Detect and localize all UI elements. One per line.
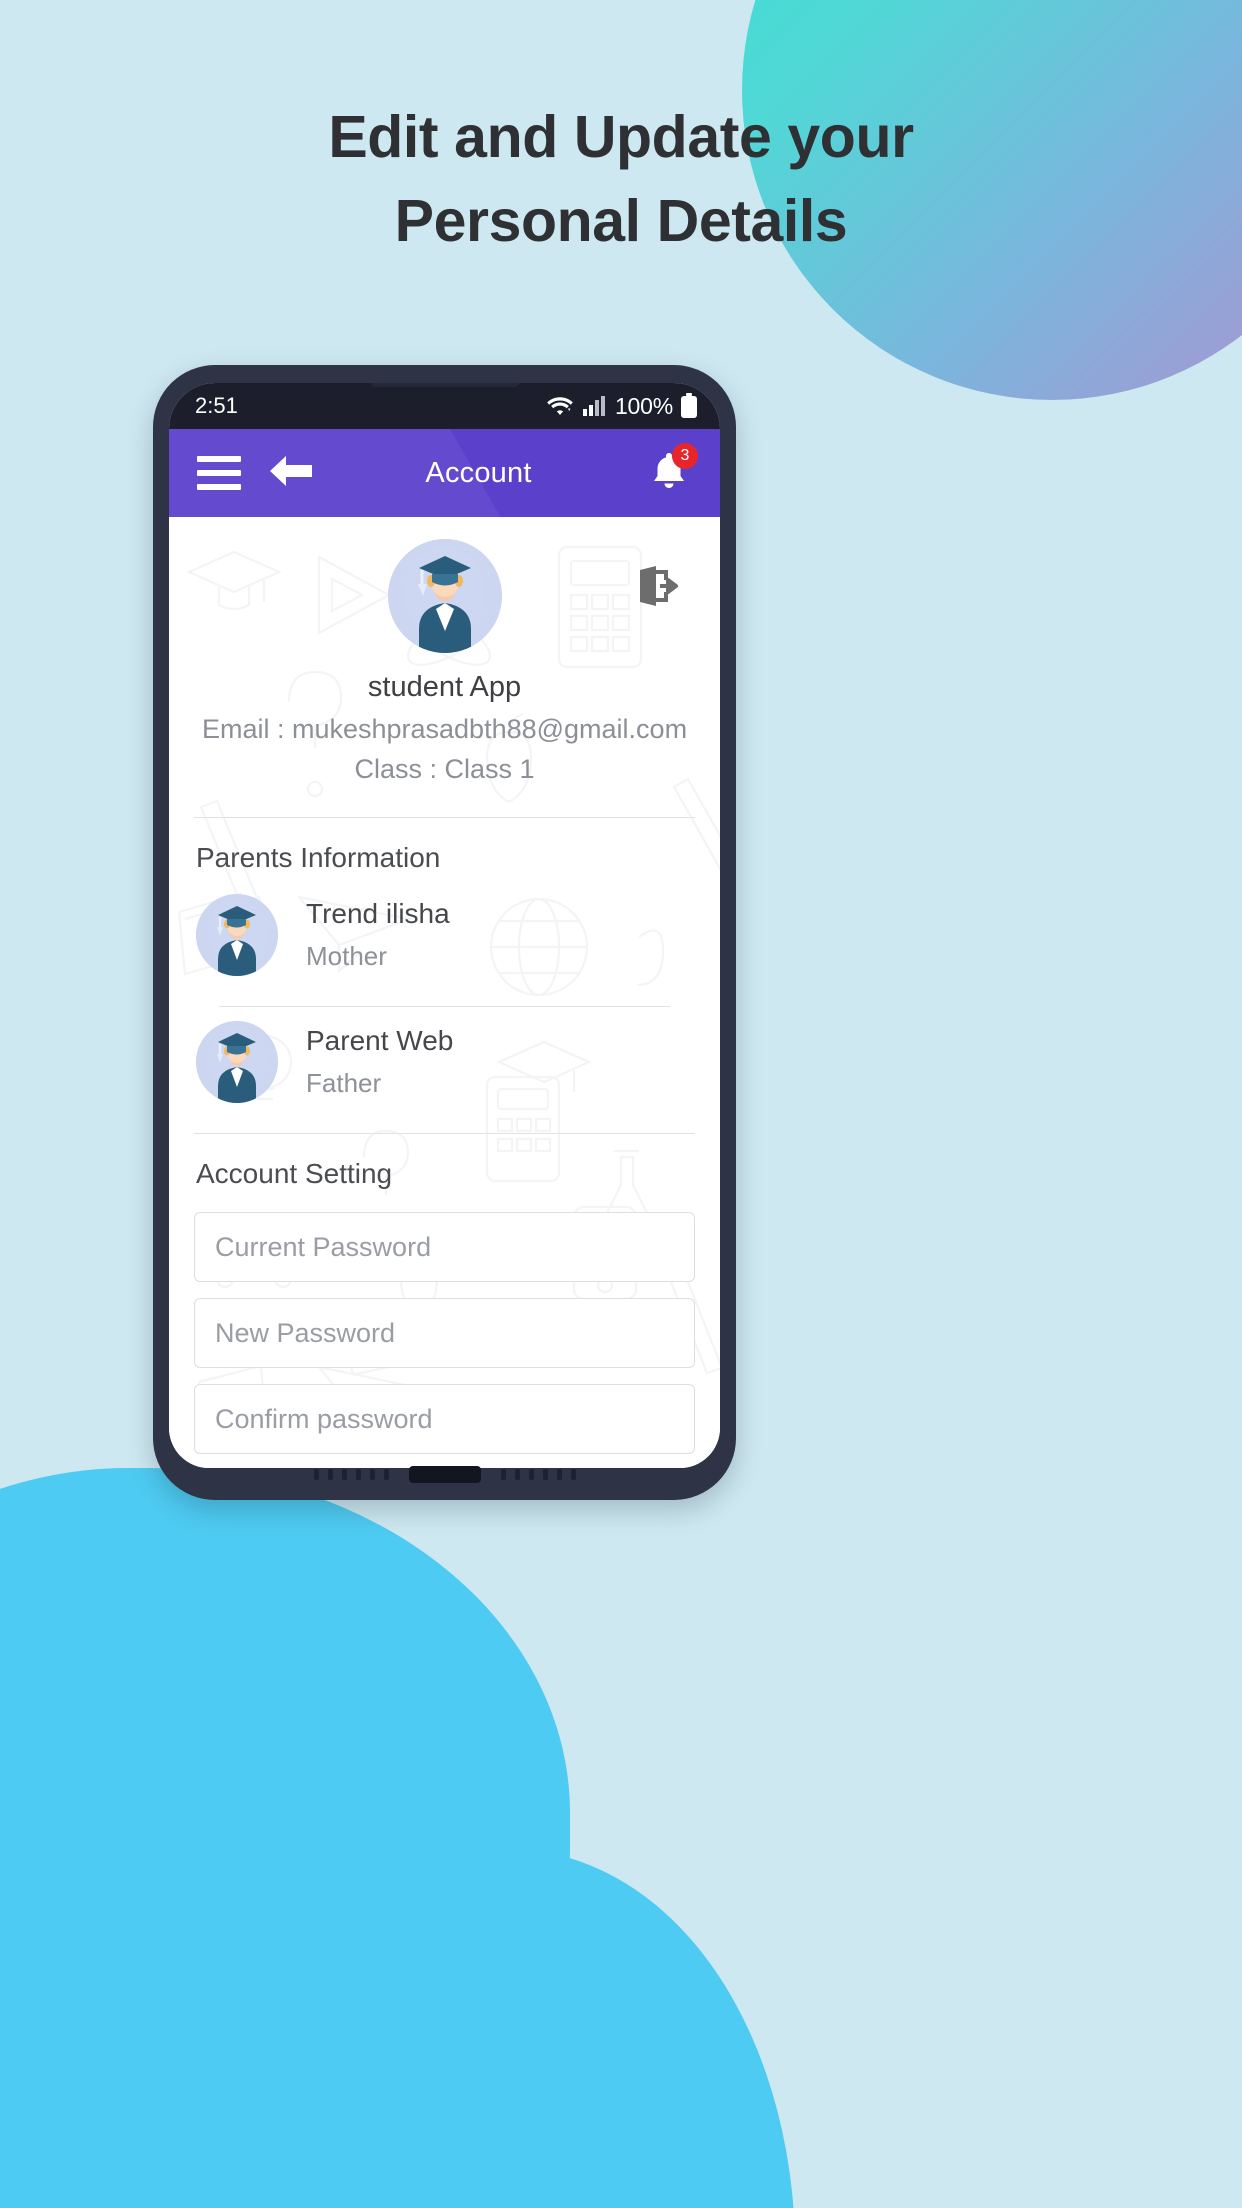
hamburger-menu-icon[interactable] [197,456,241,490]
avatar[interactable] [387,539,502,653]
status-bar-indicators: 100% [545,393,698,420]
confirm-password-input[interactable]: Confirm password [194,1384,695,1454]
profile-name: student App [367,671,522,703]
speaker-grille-left [313,1468,389,1480]
status-bar-time: 2:51 [195,393,238,418]
account-screen-content: student App Email : mukeshprasadbth88@gm… [169,517,720,1468]
list-item-text: Parent Web Father [306,1025,453,1099]
cellular-signal-icon [582,396,605,416]
avatar [196,894,278,976]
notifications-button[interactable]: 3 [648,442,698,498]
status-bar: 2:51 100% [169,383,720,429]
logout-icon[interactable] [632,561,682,616]
notification-badge: 3 [672,442,698,469]
new-password-input[interactable]: New Password [194,1298,695,1368]
speaker-grille-right [500,1468,576,1480]
headline-line-2: Personal Details [394,187,848,254]
parent-name: Trend ilisha [306,898,450,929]
list-item[interactable]: Parent Web Father [169,1007,720,1117]
usb-port [408,1465,481,1483]
phone-screen: 2:51 100% Account 3 student App Email: … [169,383,720,1468]
page-title: Account [425,456,532,489]
confirm-password-placeholder: Confirm password [215,1403,433,1434]
phone-mockup: 2:51 100% Account 3 student App Email: … [153,365,736,1500]
headline-line-1: Edit and Update your [328,104,914,170]
wifi-icon [547,397,573,415]
profile-email: Email : mukeshprasadbth88@gmail.com [201,714,688,744]
blue-wave-bottom-left [0,1468,570,2208]
profile-header: student App Email : mukeshprasadbth88@gm… [169,517,720,801]
parent-name: Parent Web [306,1025,454,1056]
battery-icon [681,393,697,418]
current-password-placeholder: Current Password [215,1231,432,1262]
new-password-placeholder: New Password [215,1317,396,1348]
phone-bottom-hardware [153,1448,736,1500]
list-item[interactable]: Trend ilisha Mother [169,880,720,990]
back-arrow-icon[interactable] [267,451,315,496]
parent-relation: Father [306,1068,382,1098]
hamburger-line [197,456,241,462]
app-bar: Account 3 [169,429,720,517]
battery-percent-label: 100% [614,392,673,419]
hamburger-line [197,470,241,476]
phone-earpiece-speaker [369,383,520,387]
avatar [196,1021,278,1103]
hamburger-line [197,484,241,490]
current-password-input[interactable]: Current Password [194,1212,695,1282]
list-item-text: Trend ilisha Mother [306,898,450,972]
profile-class: Class : Class 1 [354,754,535,784]
parent-relation: Mother [306,941,387,971]
account-setting-title: Account Setting [196,1158,393,1189]
parents-section-title: Parents Information [196,842,441,873]
promo-headline: Edit and Update your Personal Details [0,96,1242,264]
